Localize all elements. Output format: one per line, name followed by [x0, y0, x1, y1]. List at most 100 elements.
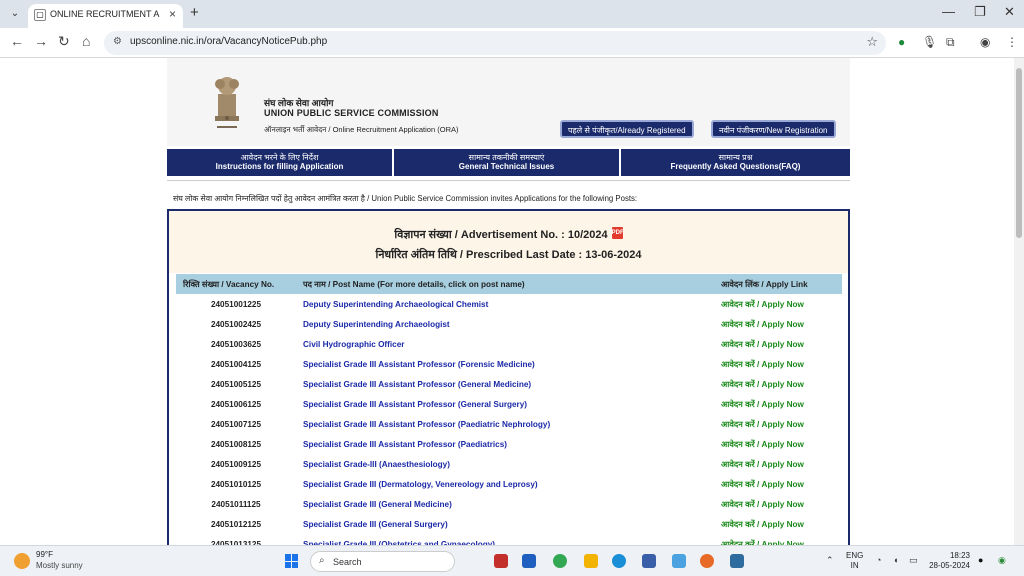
post-name-link[interactable]: Specialist Grade III Assistant Professor…: [296, 374, 714, 394]
apply-now-link[interactable]: आवेदन करें / Apply Now: [714, 434, 842, 454]
advertisement-box: विज्ञापन संख्या / Advertisement No. : 10…: [167, 209, 850, 545]
nav-instructions-hi: आवेदन भरने के लिए निर्देश: [240, 153, 319, 162]
post-name-link[interactable]: Deputy Superintending Archaeologist: [296, 314, 714, 334]
post-name-link[interactable]: Specialist Grade III Assistant Professor…: [296, 414, 714, 434]
apply-now-link[interactable]: आवेदन करें / Apply Now: [714, 294, 842, 314]
advertisement-title: विज्ञापन संख्या / Advertisement No. : 10…: [169, 227, 848, 242]
file-explorer-icon[interactable]: [584, 554, 598, 568]
back-icon[interactable]: ←: [10, 33, 24, 49]
extensions-puzzle-icon[interactable]: ⧉: [946, 35, 955, 50]
home-icon[interactable]: ⌂: [82, 33, 90, 49]
calculator-app-icon[interactable]: [730, 554, 744, 568]
edge-app-icon[interactable]: [612, 554, 626, 568]
table-row: 24051012125 Specialist Grade III (General…: [176, 514, 842, 534]
nav-faq-hi: सामान्य प्रश्न: [718, 153, 753, 162]
forward-icon[interactable]: →: [34, 33, 48, 49]
profile-avatar-icon[interactable]: ◉: [980, 35, 990, 49]
pdf-icon[interactable]: PDF: [611, 227, 624, 239]
clock[interactable]: 18:23 28-05-2024: [926, 551, 970, 571]
mcafee-app-icon[interactable]: [494, 554, 508, 568]
table-row: 24051011125 Specialist Grade III (General…: [176, 494, 842, 514]
apply-now-link[interactable]: आवेदन करें / Apply Now: [714, 334, 842, 354]
apply-now-link[interactable]: आवेदन करें / Apply Now: [714, 414, 842, 434]
tray-chevron-icon[interactable]: ⌃: [826, 555, 834, 566]
divider: [167, 180, 850, 181]
start-windows-icon[interactable]: [285, 554, 299, 568]
upsc-page: संघ लोक सेवा आयोग UNION PUBLIC SERVICE C…: [167, 58, 850, 545]
wifi-icon[interactable]: ◔: [876, 555, 881, 565]
firefox-app-icon[interactable]: [700, 554, 714, 568]
apply-now-link[interactable]: आवेदन करें / Apply Now: [714, 514, 842, 534]
weather-temp[interactable]: 99°F: [36, 550, 53, 559]
table-row: 24051008125 Specialist Grade III Assistan…: [176, 434, 842, 454]
close-tab-icon[interactable]: ×: [169, 7, 176, 21]
taskbar-search[interactable]: ⌕ Search: [310, 551, 455, 572]
table-row: 24051006125 Specialist Grade III Assistan…: [176, 394, 842, 414]
post-name-link[interactable]: Specialist Grade III Assistant Professor…: [296, 394, 714, 414]
vacancy-number: 24051007125: [210, 419, 262, 429]
new-tab-icon[interactable]: +: [190, 4, 199, 21]
nav-instructions-en: Instructions for filling Application: [215, 162, 344, 171]
nav-technical-issues[interactable]: सामान्य तकनीकी समस्याएं General Technica…: [394, 149, 621, 176]
post-name-link[interactable]: Specialist Grade III Assistant Professor…: [296, 354, 714, 374]
apply-now-link[interactable]: आवेदन करें / Apply Now: [714, 394, 842, 414]
advertisement-header: विज्ञापन संख्या / Advertisement No. : 10…: [169, 211, 848, 273]
browser-toolbar: ← → ↻ ⌂ ⚙ upsconline.nic.in/ora/VacancyN…: [0, 28, 1024, 58]
copilot-icon[interactable]: ◉: [998, 555, 1006, 566]
post-name-link[interactable]: Specialist Grade-III (Anaesthesiology): [296, 454, 714, 474]
post-name-link[interactable]: Deputy Superintending Archaeological Che…: [296, 294, 714, 314]
speaker-icon[interactable]: ◖: [893, 555, 898, 565]
mic-icon[interactable]: 🎙: [922, 35, 937, 49]
already-registered-button[interactable]: पहले से पंजीकृत/Already Registered: [560, 120, 694, 138]
weather-sun-icon[interactable]: [14, 553, 30, 569]
scrollbar-thumb[interactable]: [1016, 68, 1022, 238]
post-name-link[interactable]: Civil Hydrographic Officer: [296, 334, 714, 354]
site-info-icon[interactable]: ⚙: [113, 36, 122, 47]
apply-now-link[interactable]: आवेदन करें / Apply Now: [714, 314, 842, 334]
apply-now-link[interactable]: आवेदन करें / Apply Now: [714, 374, 842, 394]
apply-now-link[interactable]: आवेदन करें / Apply Now: [714, 494, 842, 514]
nav-instructions[interactable]: आवेदन भरने के लिए निर्देश Instructions f…: [167, 149, 394, 176]
notification-icon[interactable]: ●: [978, 555, 983, 565]
table-row: 24051005125 Specialist Grade III Assistan…: [176, 374, 842, 394]
chrome-app-icon[interactable]: [553, 554, 567, 568]
post-name-link[interactable]: Specialist Grade III Assistant Professor…: [296, 434, 714, 454]
apply-now-link[interactable]: आवेदन करें / Apply Now: [714, 534, 842, 546]
last-date: निर्धारित अंतिम तिथि / Prescribed Last D…: [375, 249, 642, 261]
app-icon-2[interactable]: [672, 554, 686, 568]
menu-kebab-icon[interactable]: ⋮: [1006, 35, 1018, 49]
post-name-link[interactable]: Specialist Grade III (General Medicine): [296, 494, 714, 514]
table-row: 24051013125 Specialist Grade III (Obstetr…: [176, 534, 842, 546]
apply-now-link[interactable]: आवेदन करें / Apply Now: [714, 454, 842, 474]
app-icon[interactable]: [522, 554, 536, 568]
bookmark-star-icon[interactable]: ☆: [866, 34, 878, 50]
minimize-icon[interactable]: —: [942, 4, 955, 19]
post-name-link[interactable]: Specialist Grade III (General Surgery): [296, 514, 714, 534]
browser-tab-strip: ⌄ ▢ ONLINE RECRUITMENT APPLIC × + — ❐ ✕: [0, 0, 1024, 28]
invite-text: संघ लोक सेवा आयोग निम्नलिखित पदों हेतु आ…: [173, 194, 638, 203]
language-indicator[interactable]: ENG IN: [846, 551, 863, 571]
apply-now-link[interactable]: आवेदन करें / Apply Now: [714, 354, 842, 374]
reload-icon[interactable]: ↻: [58, 33, 70, 50]
new-registration-button[interactable]: नवीन पंजीकरण/New Registration: [711, 120, 836, 138]
store-app-icon[interactable]: [642, 554, 656, 568]
weather-condition[interactable]: Mostly sunny: [36, 561, 83, 570]
post-name-link[interactable]: Specialist Grade III (Dermatology, Vener…: [296, 474, 714, 494]
page-scrollbar[interactable]: [1014, 58, 1024, 545]
site-header: संघ लोक सेवा आयोग UNION PUBLIC SERVICE C…: [167, 58, 850, 146]
tab-search-dropdown-icon[interactable]: ⌄: [6, 5, 24, 23]
nav-faq[interactable]: सामान्य प्रश्न Frequently Asked Question…: [621, 149, 850, 176]
url-text[interactable]: upsconline.nic.in/ora/VacancyNoticePub.p…: [130, 36, 327, 47]
address-bar[interactable]: ⚙ upsconline.nic.in/ora/VacancyNoticePub…: [104, 31, 886, 55]
close-window-icon[interactable]: ✕: [1004, 4, 1015, 20]
battery-icon[interactable]: ▭: [909, 555, 918, 566]
restore-icon[interactable]: ❐: [974, 4, 986, 20]
browser-tab[interactable]: ▢ ONLINE RECRUITMENT APPLIC ×: [28, 4, 183, 28]
vacancy-number: 24051003625: [210, 339, 262, 349]
extension-grammarly-icon[interactable]: ●: [898, 35, 905, 49]
apply-now-link[interactable]: आवेदन करें / Apply Now: [714, 474, 842, 494]
post-name-link[interactable]: Specialist Grade III (Obstetrics and Gyn…: [296, 534, 714, 546]
vacancy-number: 24051010125: [210, 479, 262, 489]
page-viewport: संघ लोक सेवा आयोग UNION PUBLIC SERVICE C…: [0, 58, 1024, 545]
table-body: 24051001225 Deputy Superintending Archaeo…: [176, 294, 842, 546]
